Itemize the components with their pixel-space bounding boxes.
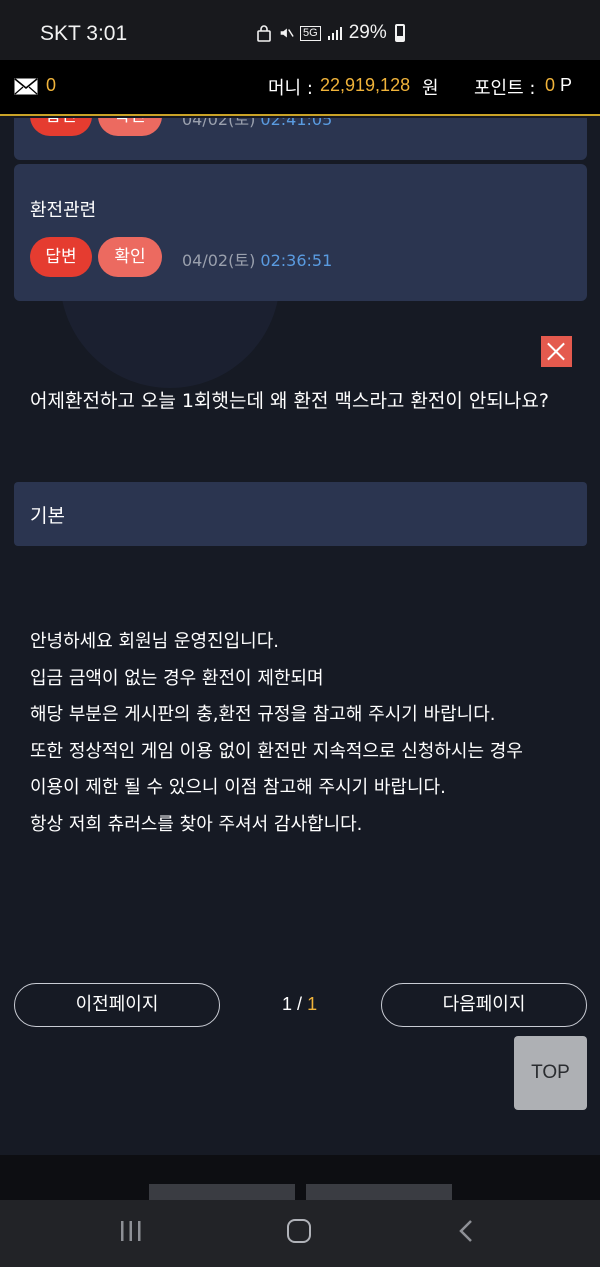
card-title: 환전관련 — [30, 200, 97, 221]
total-pages: 1 — [307, 994, 318, 1014]
mail-count[interactable]: 0 — [46, 75, 56, 96]
date-text: 04/02(토) — [182, 251, 256, 270]
time-text: 02:36:51 — [260, 251, 333, 270]
content-area: 답변 확인 04/02(토) 02:41:05 환전관련 답변 확인 04/02… — [0, 118, 600, 1155]
page-indicator: 1 / 1 — [282, 994, 317, 1015]
prev-page-button[interactable]: 이전페이지 — [14, 983, 220, 1027]
answer-line: 항상 저희 츄러스를 찾아 주셔서 감사합니다. — [30, 813, 363, 835]
money-unit: 원 — [422, 78, 439, 99]
status-carrier-time: SKT 3:01 — [40, 22, 128, 45]
footer-tab[interactable] — [149, 1184, 295, 1200]
next-page-button[interactable]: 다음페이지 — [381, 983, 587, 1027]
inquiry-card-previous[interactable]: 답변 확인 04/02(토) 02:41:05 — [14, 118, 587, 160]
status-bar: SKT 3:01 5G 29% — [0, 0, 600, 60]
android-nav-bar — [0, 1200, 600, 1267]
lock-icon — [257, 25, 271, 42]
answer-line: 이용이 제한 될 수 있으니 이점 참고해 주시기 바랍니다. — [30, 777, 446, 799]
footer-tab[interactable] — [306, 1184, 452, 1200]
answer-line: 또한 정상적인 게임 이용 없이 환전만 지속적으로 신청하시는 경우 — [30, 740, 523, 762]
recent-apps-icon[interactable] — [120, 1220, 142, 1242]
answer-line: 해당 부분은 게시판의 충,환전 규정을 참고해 주시기 바랍니다. — [30, 704, 496, 726]
back-icon[interactable] — [456, 1219, 476, 1243]
top-bar: 0 머니 : 22,919,128 원 포인트 : 0 P — [0, 60, 600, 116]
close-icon[interactable] — [541, 336, 572, 367]
card-date: 04/02(토) 02:41:05 — [182, 118, 332, 130]
answer-badge: 답변 — [30, 237, 92, 277]
point-unit: P — [560, 75, 573, 95]
envelope-icon[interactable] — [14, 78, 38, 95]
scroll-top-button[interactable]: TOP — [514, 1036, 587, 1110]
category-box: 기본 — [14, 482, 587, 546]
confirm-badge: 확인 — [98, 237, 162, 277]
signal-icon — [327, 27, 342, 40]
confirm-badge: 확인 — [98, 118, 162, 136]
answer-text: 안녕하세요 회원님 운영진입니다. 입금 금액이 없는 경우 환전이 제한되며 … — [30, 624, 578, 844]
answer-line: 입금 금액이 없는 경우 환전이 제한되며 — [30, 667, 324, 689]
category-label: 기본 — [30, 505, 65, 527]
mute-icon — [280, 28, 294, 38]
answer-badge: 답변 — [30, 118, 92, 136]
page-separator: / — [297, 994, 303, 1014]
battery-percent: 29% — [348, 22, 387, 43]
question-text: 어제환전하고 오늘 1회햇는데 왜 환전 맥스라고 환전이 안되나요? — [30, 390, 549, 412]
network-label: 5G — [300, 25, 321, 41]
money-value: 22,919,128 — [320, 75, 411, 95]
point-value: 0 — [545, 75, 556, 95]
home-icon[interactable] — [287, 1219, 311, 1243]
money-label: 머니 : — [268, 78, 313, 99]
current-page: 1 — [282, 994, 293, 1014]
footer-strip — [0, 1155, 600, 1200]
date-text: 04/02(토) — [182, 118, 256, 129]
battery-icon — [394, 24, 405, 42]
point-label: 포인트 : — [474, 78, 536, 99]
time-text: 02:41:05 — [260, 118, 333, 129]
inquiry-card[interactable]: 환전관련 답변 확인 04/02(토) 02:36:51 — [14, 164, 587, 301]
answer-line: 안녕하세요 회원님 운영진입니다. — [30, 631, 280, 652]
card-date: 04/02(토) 02:36:51 — [182, 247, 332, 271]
status-icons: 5G 29% — [256, 22, 405, 44]
